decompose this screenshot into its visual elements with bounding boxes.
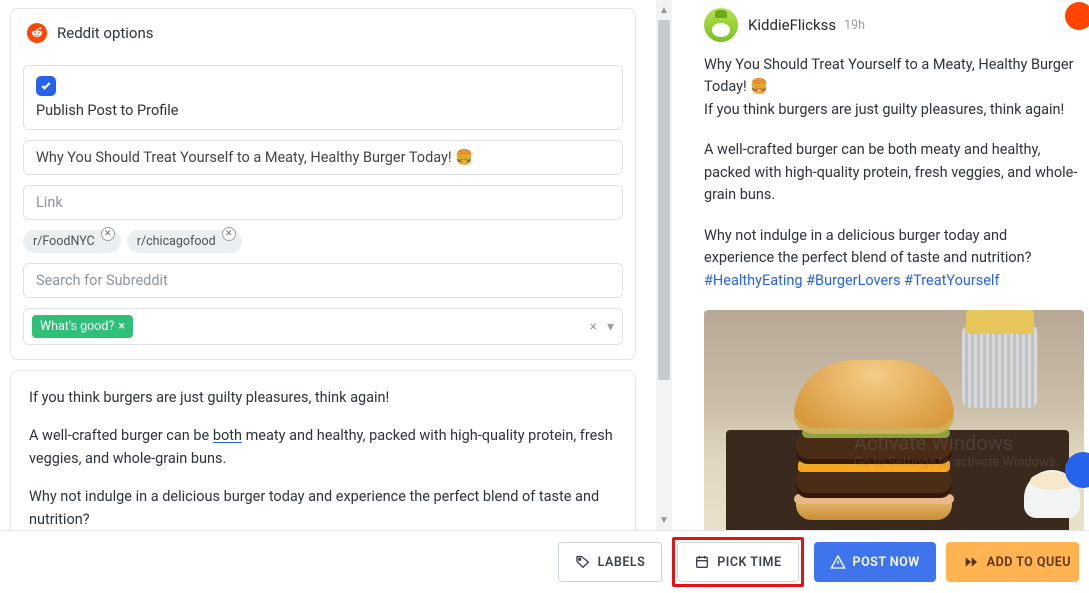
flair-clear-icon[interactable]: × [589, 319, 596, 335]
subreddit-chip-label: r/chicagofood [137, 234, 216, 249]
post-title-value: Why You Should Treat Yourself to a Meaty… [36, 149, 473, 166]
fast-forward-icon [962, 554, 980, 570]
flair-tag-remove-icon[interactable]: × [118, 319, 125, 334]
chip-remove-icon[interactable]: ✕ [101, 227, 115, 241]
post-title-input[interactable]: Why You Should Treat Yourself to a Meaty… [23, 140, 623, 175]
publish-checkbox[interactable] [36, 76, 56, 96]
composer-panel: Reddit options Publish Post to Profile W… [0, 0, 640, 530]
subreddit-chip-label: r/FoodNYC [33, 234, 95, 249]
reddit-options-card: Reddit options Publish Post to Profile W… [10, 8, 636, 360]
preview-body: Why You Should Treat Yourself to a Meaty… [704, 54, 1089, 530]
reddit-options-title: Reddit options [57, 24, 154, 42]
subreddit-chip-row: r/FoodNYC ✕ r/chicagofood ✕ [23, 230, 623, 253]
publish-to-profile-field[interactable]: Publish Post to Profile [23, 65, 623, 130]
post-body-editor[interactable]: If you think burgers are just guilty ple… [10, 370, 636, 530]
vertical-scrollbar[interactable]: ▲ ▼ [640, 0, 672, 530]
underlined-word: both [213, 427, 242, 444]
calendar-icon [694, 554, 710, 570]
search-subreddit-placeholder: Search for Subreddit [36, 272, 168, 289]
flair-tag-label: What's good? [40, 319, 118, 334]
subreddit-chip[interactable]: r/FoodNYC ✕ [23, 230, 121, 253]
post-time: 19h [844, 18, 865, 33]
author-name[interactable]: KiddieFlickss [748, 16, 836, 34]
scroll-up-arrow-icon[interactable]: ▲ [656, 2, 672, 18]
flair-select[interactable]: What's good? × × ▾ [23, 308, 623, 345]
chip-remove-icon[interactable]: ✕ [222, 227, 236, 241]
link-placeholder: Link [36, 194, 63, 211]
preview-paragraph: Why You Should Treat Yourself to a Meaty… [704, 54, 1079, 121]
preview-panel: KiddieFlickss 19h Why You Should Treat Y… [672, 0, 1089, 530]
body-paragraph: A well-crafted burger can be both meaty … [29, 425, 617, 470]
reddit-icon [27, 23, 47, 43]
labels-button[interactable]: Labels [558, 542, 663, 582]
preview-paragraph: Why not indulge in a delicious burger to… [704, 225, 1079, 292]
search-subreddit-input[interactable]: Search for Subreddit [23, 263, 623, 298]
pick-time-highlight: Pick Time [672, 537, 803, 587]
add-to-queue-button-label: Add to Queu [987, 555, 1071, 570]
pick-time-button[interactable]: Pick Time [677, 542, 798, 582]
link-input[interactable]: Link [23, 185, 623, 220]
pick-time-button-label: Pick Time [717, 555, 781, 570]
publish-checkbox-label: Publish Post to Profile [36, 102, 610, 119]
body-paragraph: Why not indulge in a delicious burger to… [29, 486, 617, 530]
tag-icon [575, 554, 591, 570]
alert-icon [830, 554, 846, 570]
preview-paragraph: A well-crafted burger can be both meaty … [704, 139, 1079, 206]
post-now-button[interactable]: Post Now [814, 542, 936, 582]
author-avatar[interactable] [704, 8, 738, 42]
body-paragraph: If you think burgers are just guilty ple… [29, 387, 617, 409]
labels-button-label: Labels [598, 555, 646, 570]
reddit-options-header: Reddit options [11, 9, 635, 49]
preview-header: KiddieFlickss 19h [704, 8, 1089, 42]
post-now-button-label: Post Now [853, 555, 920, 570]
scroll-down-arrow-icon[interactable]: ▼ [656, 512, 672, 528]
flair-dropdown-icon[interactable]: ▾ [607, 319, 614, 335]
preview-image [704, 310, 1084, 530]
flair-tag[interactable]: What's good? × [32, 315, 133, 338]
subreddit-chip[interactable]: r/chicagofood ✕ [127, 230, 242, 253]
preview-hashtags[interactable]: #HealthyEating #BurgerLovers #TreatYours… [704, 272, 1000, 289]
footer-bar: Labels Pick Time Post Now Add to Queu [0, 530, 1089, 593]
reddit-badge-icon[interactable] [1065, 2, 1089, 30]
scrollbar-thumb[interactable] [658, 20, 670, 380]
add-to-queue-button[interactable]: Add to Queu [946, 542, 1079, 582]
